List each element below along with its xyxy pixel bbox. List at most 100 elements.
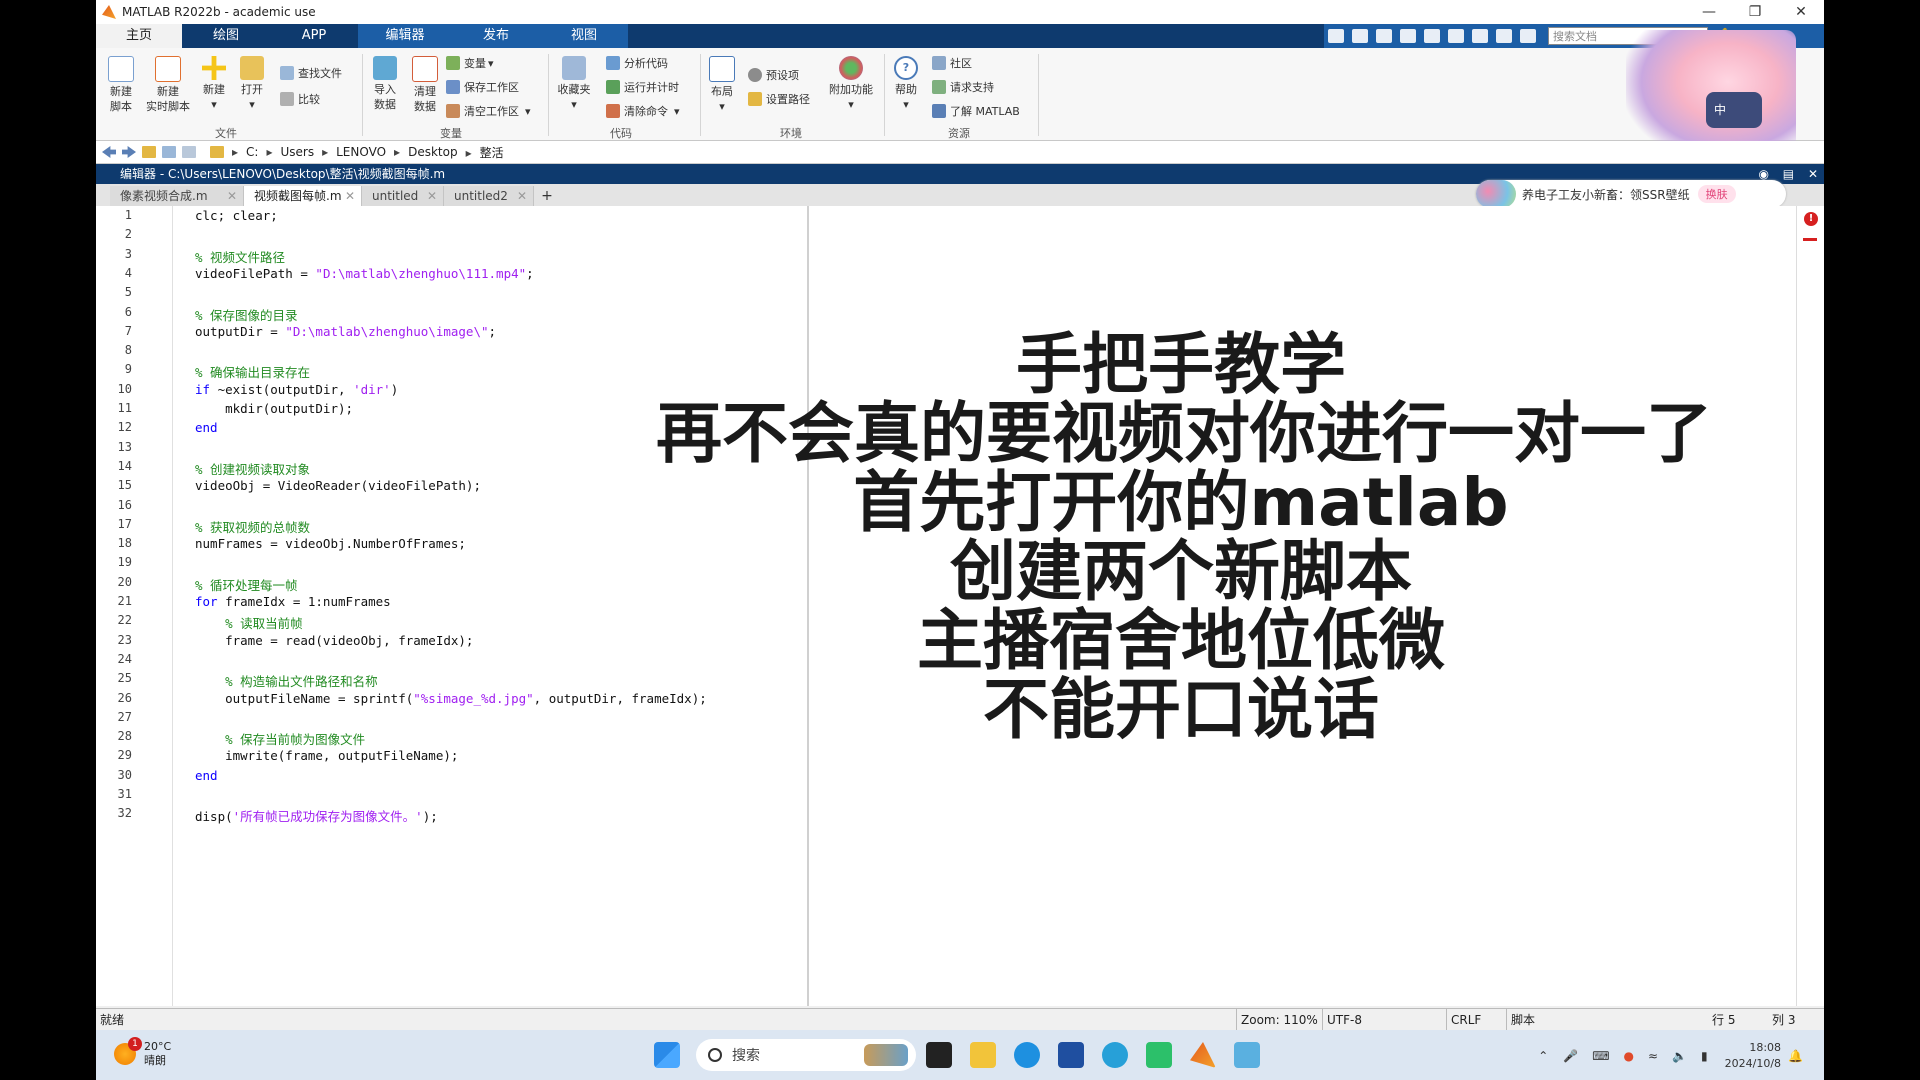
save-icon[interactable]	[1328, 29, 1344, 43]
code-line[interactable]: disp('所有帧已成功保存为图像文件。');	[195, 806, 438, 825]
code-line[interactable]: clc; clear;	[195, 208, 278, 223]
redo-icon[interactable]	[1448, 29, 1464, 43]
file-tab-video-frames[interactable]: 视频截图每帧.m ✕	[244, 186, 362, 206]
open-button[interactable]: 打开 ▾	[234, 56, 270, 112]
request-support-button[interactable]: 请求支持	[932, 78, 994, 96]
wps-icon[interactable]: ●	[1624, 1049, 1634, 1063]
paste-icon[interactable]	[1400, 29, 1416, 43]
undo-icon[interactable]	[1424, 29, 1440, 43]
code-line[interactable]: % 保存图像的目录	[195, 305, 298, 324]
status-zoom[interactable]: Zoom: 110%	[1236, 1009, 1318, 1031]
code-line[interactable]: % 确保输出目录存在	[195, 362, 310, 381]
code-line[interactable]: % 读取当前帧	[195, 613, 303, 632]
show-hidden-icons-icon[interactable]: ⌃	[1538, 1049, 1548, 1063]
code-line[interactable]: % 获取视频的总帧数	[195, 517, 310, 536]
code-line[interactable]: if ~exist(outputDir, 'dir')	[195, 382, 398, 397]
code-line[interactable]: numFrames = videoObj.NumberOfFrames;	[195, 536, 466, 551]
file-tab-pixel-video[interactable]: 像素视频合成.m ✕	[110, 186, 244, 206]
tab-home[interactable]: 主页	[96, 24, 182, 48]
maximize-icon[interactable]: ❐	[1732, 0, 1778, 24]
windows-start-icon[interactable]	[654, 1042, 680, 1068]
breadcrumb-lenovo[interactable]: LENOVO	[322, 145, 386, 159]
up-folder-icon[interactable]	[142, 146, 156, 158]
forward-arrow-icon[interactable]	[122, 146, 136, 158]
code-line[interactable]: videoFilePath = "D:\matlab\zhenghuo\111.…	[195, 266, 534, 281]
code-line[interactable]: for frameIdx = 1:numFrames	[195, 594, 391, 609]
new-button[interactable]: 新建 ▾	[196, 56, 232, 112]
file-explorer-icon[interactable]	[970, 1042, 996, 1068]
new-live-script-button[interactable]: 新建 实时脚本	[142, 56, 194, 114]
community-button[interactable]: 社区	[932, 54, 972, 72]
compare-button[interactable]: 比较	[280, 90, 320, 108]
wechat-icon[interactable]	[1146, 1042, 1172, 1068]
find-files-button[interactable]: 查找文件	[280, 64, 342, 82]
browse-folder-icon[interactable]	[162, 146, 176, 158]
code-line[interactable]: end	[195, 768, 218, 783]
save-workspace-button[interactable]: 保存工作区	[446, 78, 519, 96]
taskbar-search[interactable]: 搜索	[696, 1039, 916, 1071]
microphone-icon[interactable]: 🎤	[1563, 1049, 1578, 1063]
app-icon[interactable]	[1234, 1042, 1260, 1068]
clean-data-button[interactable]: 清理 数据	[406, 56, 444, 114]
back-arrow-icon[interactable]	[102, 146, 116, 158]
minimize-icon[interactable]: —	[1686, 0, 1732, 24]
code-line[interactable]: mkdir(outputDir);	[195, 401, 353, 416]
status-eol[interactable]: CRLF	[1446, 1009, 1481, 1031]
editor-actions-icon[interactable]: ◉	[1758, 167, 1768, 181]
file-tab-untitled2[interactable]: untitled2 ✕	[444, 186, 534, 206]
help-button[interactable]: ? 帮助 ▾	[888, 56, 924, 112]
community-icon[interactable]	[1520, 29, 1536, 43]
breadcrumb-folder[interactable]: 整活	[466, 144, 504, 161]
close-icon[interactable]: ✕	[1778, 0, 1824, 24]
clear-workspace-button[interactable]: 清空工作区 ▾	[446, 102, 531, 120]
clear-commands-button[interactable]: 清除命令 ▾	[606, 102, 680, 120]
battery-icon[interactable]: ▮	[1701, 1049, 1708, 1063]
skin-notification[interactable]: 养电子工友小新畜：领SSR壁纸 换肤	[1476, 180, 1786, 208]
code-line[interactable]: videoObj = VideoReader(videoFilePath);	[195, 478, 481, 493]
code-line[interactable]: end	[195, 420, 218, 435]
tab-publish[interactable]: 发布	[452, 24, 540, 48]
code-line[interactable]: % 循环处理每一帧	[195, 575, 298, 594]
breadcrumb-desktop[interactable]: Desktop	[394, 145, 458, 159]
layout-button[interactable]: 布局 ▾	[704, 56, 740, 114]
breadcrumb-users[interactable]: Users	[266, 145, 314, 159]
notification-bell-icon[interactable]: 🔔	[1788, 1049, 1803, 1063]
volume-icon[interactable]: 🔈	[1672, 1049, 1687, 1063]
tab-apps[interactable]: APP	[270, 24, 358, 48]
close-tab-icon[interactable]: ✕	[345, 186, 355, 206]
wifi-icon[interactable]: ≈	[1648, 1049, 1658, 1063]
new-script-button[interactable]: 新建 脚本	[102, 56, 140, 114]
status-mode[interactable]: 脚本	[1506, 1009, 1535, 1031]
code-line[interactable]: % 创建视频读取对象	[195, 459, 310, 478]
undock-icon[interactable]: ▤	[1783, 167, 1794, 181]
weather-widget[interactable]: 1 20°C 晴朗	[114, 1037, 171, 1068]
code-line[interactable]: % 视频文件路径	[195, 247, 285, 266]
learn-matlab-button[interactable]: 了解 MATLAB	[932, 102, 1020, 120]
editor-close-icon[interactable]: ✕	[1808, 167, 1818, 181]
change-skin-button[interactable]: 换肤	[1697, 185, 1736, 203]
status-encoding[interactable]: UTF-8	[1322, 1009, 1362, 1031]
cut-icon[interactable]	[1352, 29, 1368, 43]
code-line[interactable]: frame = read(videoObj, frameIdx);	[195, 633, 473, 648]
variable-button[interactable]: 变量 ▾	[446, 54, 494, 72]
tab-plots[interactable]: 绘图	[182, 24, 270, 48]
preferences-button[interactable]: 预设项	[748, 66, 799, 84]
close-tab-icon[interactable]: ✕	[517, 186, 527, 206]
code-line[interactable]: outputDir = "D:\matlab\zhenghuo\image\";	[195, 324, 496, 339]
add-tab-button[interactable]: +	[536, 186, 558, 206]
run-and-time-button[interactable]: 运行并计时	[606, 78, 679, 96]
clock[interactable]: 18:08 2024/10/8	[1725, 1040, 1781, 1072]
analyze-code-button[interactable]: 分析代码	[606, 54, 668, 72]
tab-editor[interactable]: 编辑器	[358, 24, 452, 48]
edge-icon[interactable]	[1014, 1042, 1040, 1068]
code-line[interactable]: imwrite(frame, outputFileName);	[195, 748, 458, 763]
error-marker[interactable]	[1803, 238, 1817, 241]
favorites-button[interactable]: 收藏夹 ▾	[552, 56, 596, 112]
breadcrumb-drive[interactable]: C:	[232, 145, 258, 159]
matlab-taskbar-icon[interactable]	[1190, 1042, 1216, 1068]
store-icon[interactable]	[1058, 1042, 1084, 1068]
search-folder-icon[interactable]	[182, 146, 196, 158]
ime-icon[interactable]: ⌨	[1592, 1049, 1609, 1063]
browser-icon[interactable]	[1102, 1042, 1128, 1068]
switch-windows-icon[interactable]	[1472, 29, 1488, 43]
